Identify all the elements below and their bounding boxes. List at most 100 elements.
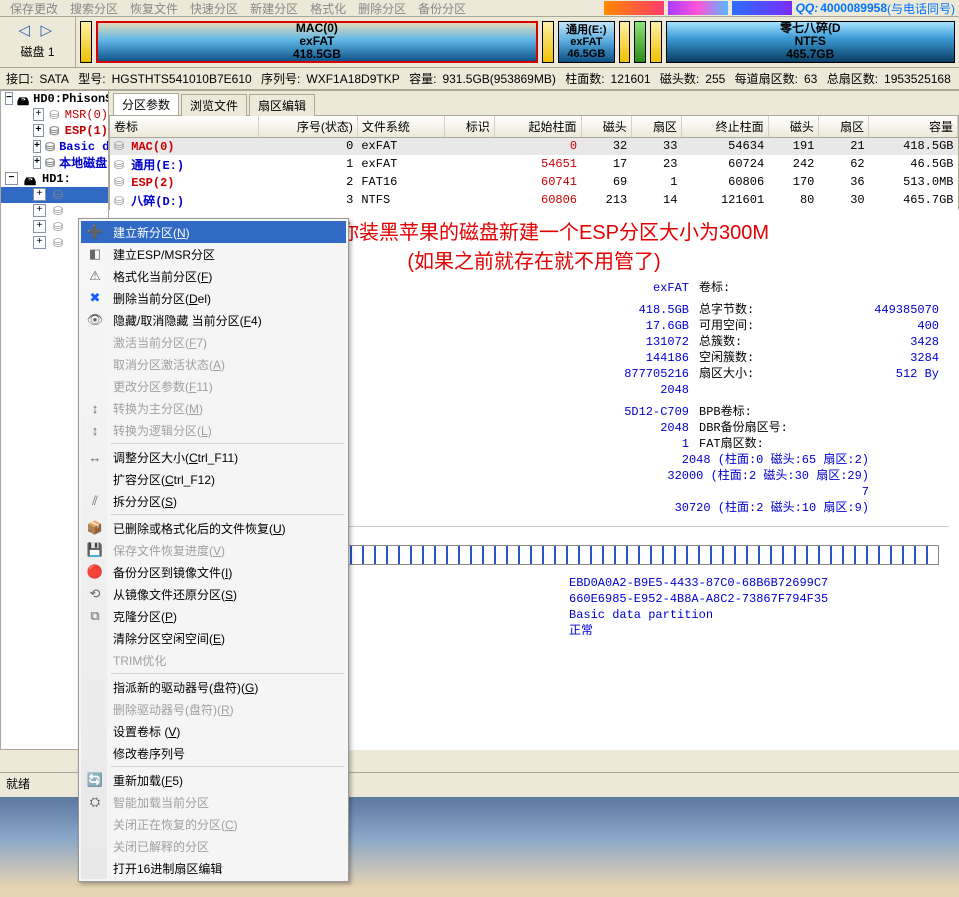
expand-icon[interactable]: +: [33, 236, 46, 249]
partition-mac[interactable]: MAC(0) exFAT 418.5GB: [96, 21, 539, 63]
expand-icon[interactable]: +: [33, 188, 46, 201]
row-name: 通用(E:): [131, 159, 184, 173]
expand-icon[interactable]: +: [33, 124, 44, 137]
context-item[interactable]: 设置卷标 (V): [81, 720, 346, 742]
tb-format[interactable]: 格式化: [304, 0, 352, 17]
tree-hd1[interactable]: − HD1:: [1, 171, 108, 187]
table-row[interactable]: ESP(2)2FAT16607416916080617036513.0MB: [110, 174, 958, 191]
tb-delete[interactable]: 删除分区: [352, 0, 412, 17]
menu-icon: ⚠: [85, 268, 105, 284]
tree-selected[interactable]: +: [1, 187, 108, 203]
expand-icon[interactable]: +: [33, 204, 46, 217]
context-item[interactable]: ↔调整分区大小(Ctrl_F11): [81, 446, 346, 468]
tab-params[interactable]: 分区参数: [113, 93, 179, 115]
expand-icon[interactable]: +: [33, 220, 46, 233]
menu-icon: 👁: [85, 312, 105, 328]
context-item[interactable]: 🔴备份分区到镜像文件(I): [81, 561, 346, 583]
context-item[interactable]: ⚠格式化当前分区(F): [81, 265, 346, 287]
partition-strip-gap1[interactable]: [542, 21, 554, 63]
partition-e[interactable]: 通用(E:) exFAT 46.5GB: [558, 21, 615, 63]
tb-backup[interactable]: 备份分区: [412, 0, 472, 17]
partition-ntfs[interactable]: 零七八碎(D NTFS 465.7GB: [666, 21, 955, 63]
prev-disk-icon[interactable]: ◁: [19, 23, 35, 39]
row-es: 36: [818, 174, 868, 191]
context-item: ↕转换为主分区(M): [81, 397, 346, 419]
menu-label: 隐藏/取消隐藏 当前分区(F4): [113, 312, 262, 329]
partition-strip-lead[interactable]: [80, 21, 92, 63]
expand-icon[interactable]: +: [33, 140, 41, 153]
col-ss[interactable]: 扇区: [631, 116, 681, 138]
partition-strip-gap2[interactable]: [619, 21, 631, 63]
row-fs: exFAT: [357, 155, 444, 174]
context-item[interactable]: 👁 隐藏/取消隐藏 当前分区(F4): [81, 309, 346, 331]
tree-hd0[interactable]: − HD0:PhisonSATASSD(238GB): [1, 91, 108, 107]
cyl-l: 柱面数:: [565, 72, 604, 86]
collapse-icon[interactable]: −: [5, 92, 13, 105]
col-seq[interactable]: 序号(状态): [259, 116, 358, 138]
context-item[interactable]: ⟲从镜像文件还原分区(S): [81, 583, 346, 605]
col-vol[interactable]: 卷标: [110, 116, 259, 138]
d-fs-v: exFAT: [469, 280, 689, 296]
context-item[interactable]: ⧉克隆分区(P): [81, 605, 346, 627]
context-item[interactable]: 指派新的驱动器号(盘符)(G): [81, 676, 346, 698]
col-cap[interactable]: 容量: [869, 116, 958, 138]
context-item[interactable]: 扩容分区(Ctrl_F12): [81, 468, 346, 490]
expand-icon[interactable]: +: [33, 156, 41, 169]
context-separator: [111, 443, 344, 444]
d-clu-v: 131072: [469, 334, 689, 350]
tb-quick[interactable]: 快速分区: [184, 0, 244, 17]
context-item[interactable]: 修改卷序列号: [81, 742, 346, 764]
next-disk-icon[interactable]: ▷: [41, 23, 57, 39]
context-item[interactable]: ⫽拆分分区(S): [81, 490, 346, 512]
tab-sector[interactable]: 扇区编辑: [249, 94, 315, 116]
table-row[interactable]: 通用(E:)1exFAT546511723607242426246.5GB: [110, 155, 958, 174]
tab-browse[interactable]: 浏览文件: [181, 94, 247, 116]
col-eh[interactable]: 磁头: [768, 116, 818, 138]
context-item[interactable]: 打开16进制扇区编辑: [81, 857, 346, 879]
d-vsn-v: 5D12-C709: [469, 404, 689, 420]
col-sc[interactable]: 起始柱面: [494, 116, 581, 138]
context-item[interactable]: ➕建立新分区(N): [81, 221, 346, 243]
tb-new[interactable]: 新建分区: [244, 0, 304, 17]
tree-esp[interactable]: + ESP(1): [1, 123, 108, 139]
col-sh[interactable]: 磁头: [581, 116, 631, 138]
tree-c[interactable]: + 本地磁盘(C:): [1, 155, 108, 171]
menu-icon: ↔: [85, 450, 105, 465]
table-row[interactable]: 八碎(D:)3NTFS60806213141216018030465.7GB: [110, 191, 958, 210]
tb-save[interactable]: 保存更改: [4, 0, 64, 17]
row-es: 21: [818, 137, 868, 155]
context-item[interactable]: ◧建立ESP/MSR分区: [81, 243, 346, 265]
tb-search[interactable]: 搜索分区: [64, 0, 124, 17]
menu-label: 建立新分区(N): [113, 224, 190, 241]
d-root-v: 32000 (柱面:2 磁头:30 扇区:29): [469, 468, 869, 484]
volume-icon: [50, 236, 66, 250]
table-row[interactable]: MAC(0)0exFAT032335463419121418.5GB: [110, 137, 958, 155]
row-name: ESP(2): [131, 176, 174, 190]
context-item[interactable]: 🔄重新加载(F5): [81, 769, 346, 791]
context-item[interactable]: ✖删除当前分区(Del): [81, 287, 346, 309]
d-guid-v: EBD0A0A2-B9E5-4433-87C0-68B6B72699C7: [569, 575, 959, 591]
col-es[interactable]: 扇区: [818, 116, 868, 138]
row-cap: 418.5GB: [869, 137, 958, 155]
menu-icon: ↕: [85, 401, 105, 416]
part-size: 46.5GB: [567, 48, 605, 60]
col-flag[interactable]: 标识: [444, 116, 494, 138]
menu-label: 扩容分区(Ctrl_F12): [113, 471, 215, 488]
d-free-l: 可用空间:: [699, 318, 809, 334]
col-ec[interactable]: 终止柱面: [681, 116, 768, 138]
tree-bdp[interactable]: + Basic data partition(2): [1, 139, 108, 155]
tree-item[interactable]: +: [1, 203, 108, 219]
expand-icon[interactable]: +: [33, 108, 44, 121]
row-name: 八碎(D:): [131, 195, 184, 209]
context-item[interactable]: 清除分区空闲空间(E): [81, 627, 346, 649]
collapse-icon[interactable]: −: [5, 172, 18, 185]
row-eh: 170: [768, 174, 818, 191]
partition-strip-esp[interactable]: [634, 21, 646, 63]
context-item[interactable]: 📦已删除或格式化后的文件恢复(U): [81, 517, 346, 539]
partition-strip-gap3[interactable]: [650, 21, 662, 63]
tb-recover[interactable]: 恢复文件: [124, 0, 184, 17]
iface-v: SATA: [39, 72, 69, 86]
volume-icon: [50, 188, 66, 202]
col-fs[interactable]: 文件系统: [357, 116, 444, 138]
qq-note: (与电话同号): [887, 0, 955, 17]
